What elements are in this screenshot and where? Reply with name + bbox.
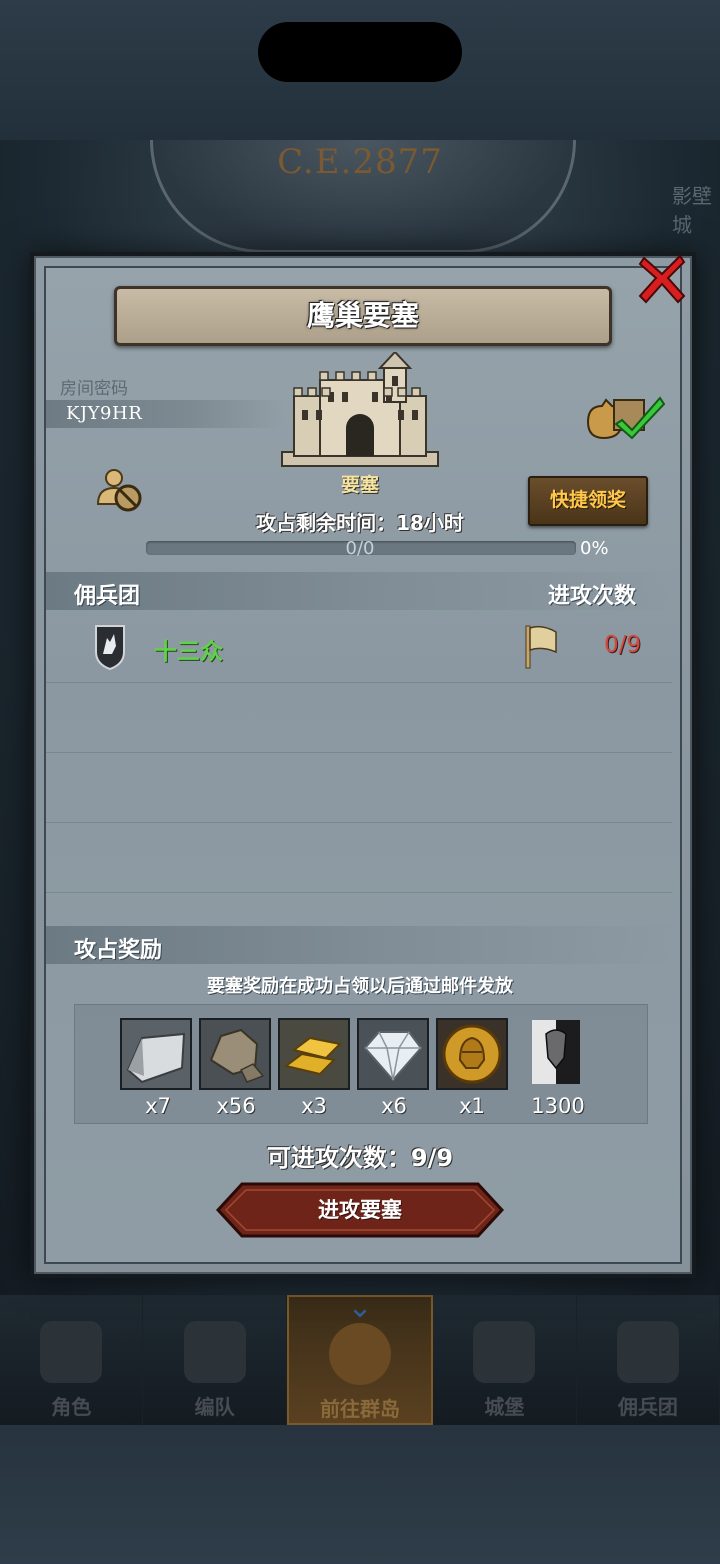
reward-qty: x6 <box>381 1094 407 1118</box>
row-divider <box>46 682 672 683</box>
mercenary-section-title: 佣兵团 <box>74 584 141 609</box>
reward-section-title: 攻占奖励 <box>74 938 163 963</box>
reward-ore[interactable] <box>199 1018 271 1090</box>
close-icon <box>638 254 686 304</box>
nav-islands[interactable]: ⌄ 前往群岛 <box>286 1290 434 1425</box>
nav-castle[interactable]: 城堡 <box>433 1295 577 1425</box>
row-divider <box>46 892 672 893</box>
reward-banner[interactable] <box>530 1018 582 1090</box>
nav-mercenary[interactable]: 佣兵团 <box>577 1295 720 1425</box>
chevron-down-icon: ⌄ <box>347 1290 373 1325</box>
progress-percent: 0% <box>580 538 609 559</box>
castle-icon <box>473 1321 536 1383</box>
compass-icon <box>329 1323 392 1385</box>
flag-icon <box>525 625 557 669</box>
reward-silver-ingot[interactable] <box>120 1018 192 1090</box>
dialog-title: 鹰巢要塞 <box>306 299 419 332</box>
side-city-label: 影壁城 <box>672 184 712 237</box>
nav-label: 编队 <box>194 1395 235 1419</box>
attacks-available: 可进攻次数：9/9 <box>266 1144 454 1172</box>
helmet-icon <box>183 1321 246 1383</box>
attack-fortress-label: 进攻要塞 <box>318 1198 402 1222</box>
reward-knight-medal[interactable] <box>436 1018 508 1090</box>
bottom-navigation: 角色 编队 ⌄ 前往群岛 城堡 佣兵团 <box>0 1290 720 1425</box>
camera-notch <box>258 22 462 82</box>
nav-label: 佣兵团 <box>617 1395 678 1419</box>
bottom-bar <box>0 1425 720 1564</box>
reward-diamond[interactable] <box>357 1018 429 1090</box>
era-label: C.E.2877 <box>277 142 443 182</box>
knight-icon <box>40 1321 103 1383</box>
attack-fortress-button[interactable]: 进攻要塞 <box>216 1182 504 1238</box>
reward-gold-bars[interactable] <box>278 1018 350 1090</box>
close-button[interactable] <box>636 250 688 306</box>
ore-rock-icon <box>201 1020 269 1088</box>
diamond-icon <box>359 1020 427 1088</box>
occupy-time-left: 攻占剩余时间：18小时 <box>256 511 464 535</box>
reward-qty: x56 <box>216 1094 256 1118</box>
reward-mail-note: 要塞奖励在成功占领以后通过邮件发放 <box>207 976 513 997</box>
progress-count: 0/0 <box>345 538 375 559</box>
ship-icon <box>616 1321 679 1383</box>
nav-label: 前往群岛 <box>320 1397 401 1421</box>
nav-role[interactable]: 角色 <box>0 1295 144 1425</box>
guild-attack-count: 0/9 <box>604 632 642 658</box>
attack-count-header: 进攻次数 <box>548 584 637 609</box>
fortress-castle-icon <box>281 352 439 467</box>
room-code[interactable]: KJY9HR <box>66 403 142 424</box>
reward-claimed-icon[interactable] <box>584 392 666 442</box>
bull-banner-icon <box>532 1020 580 1084</box>
reward-qty: 1300 <box>531 1094 585 1118</box>
nav-label: 城堡 <box>484 1395 525 1419</box>
gold-bars-icon <box>280 1020 348 1088</box>
guild-name[interactable]: 十三众 <box>154 632 223 666</box>
knight-medal-icon <box>438 1020 506 1088</box>
row-divider <box>46 752 672 753</box>
reward-qty: x1 <box>459 1094 485 1118</box>
nav-label: 角色 <box>51 1395 92 1419</box>
row-divider <box>46 822 672 823</box>
title-banner: 鹰巢要塞 <box>114 286 612 346</box>
guild-shield-icon <box>95 625 125 670</box>
reward-qty: x3 <box>301 1094 327 1118</box>
silver-ingot-icon <box>122 1020 190 1088</box>
room-password-label: 房间密码 <box>60 379 128 399</box>
reward-qty: x7 <box>145 1094 171 1118</box>
nav-formation[interactable]: 编队 <box>143 1295 287 1425</box>
